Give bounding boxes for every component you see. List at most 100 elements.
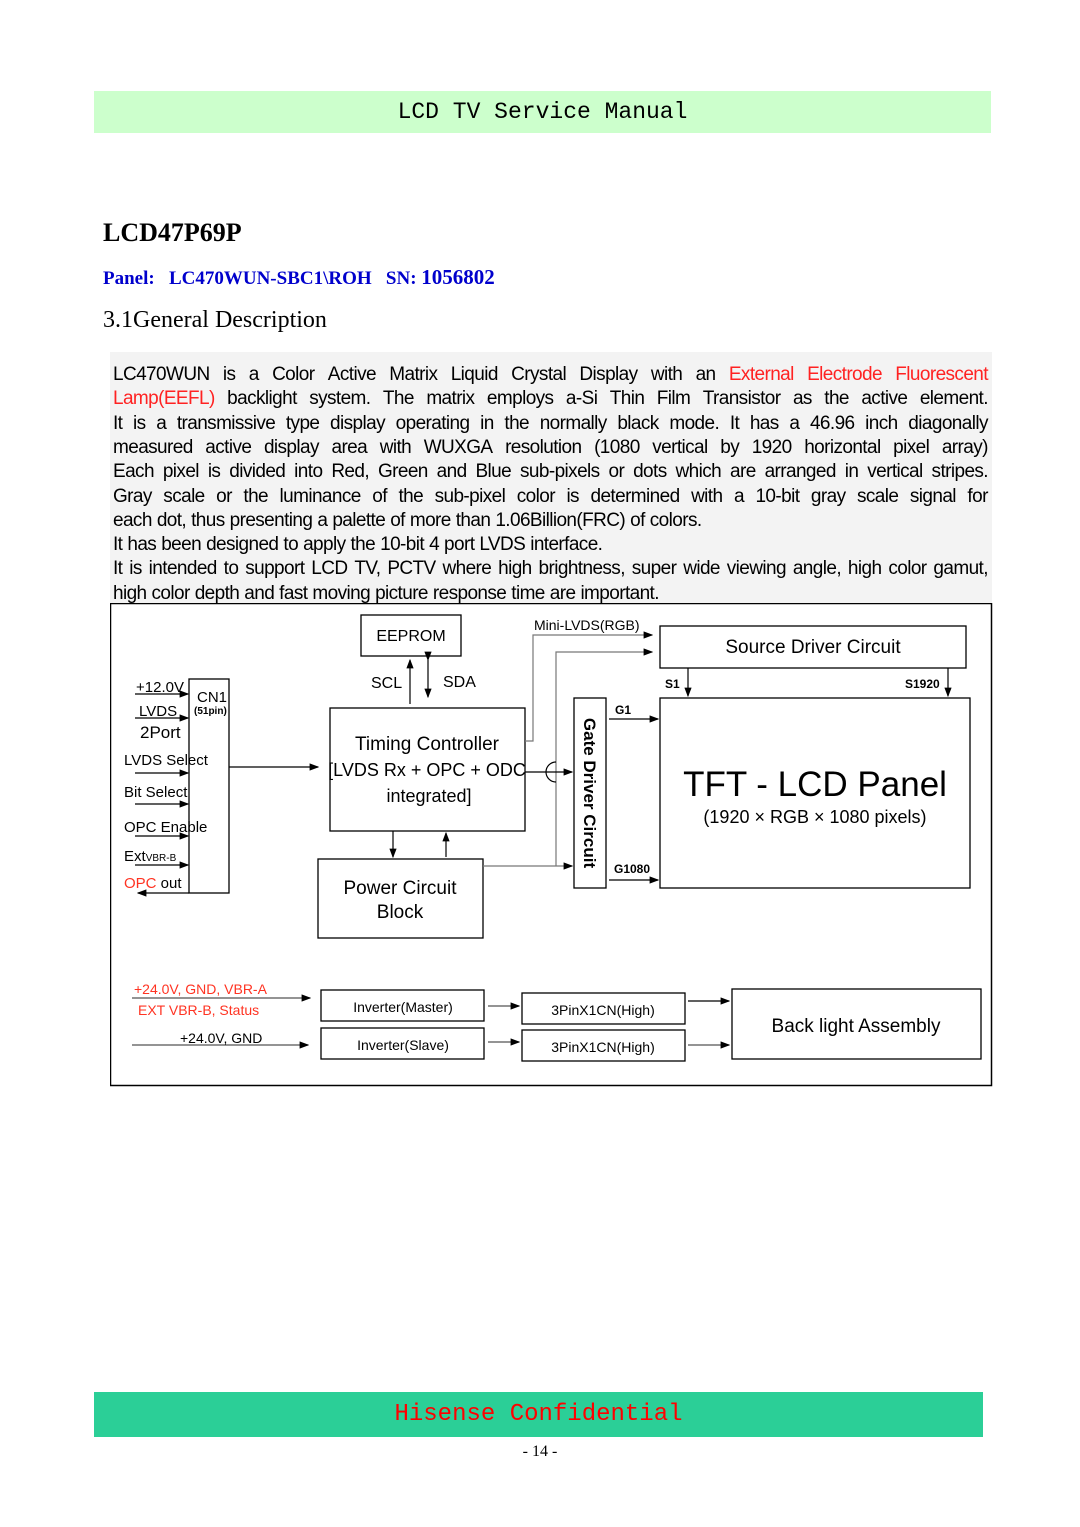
description-word: element. bbox=[919, 388, 989, 410]
model-title: LCD47P69P bbox=[103, 218, 242, 247]
description-word: transmissive bbox=[176, 412, 276, 434]
description-word: Red, bbox=[331, 461, 370, 483]
s1-label: S1 bbox=[665, 677, 680, 691]
description-word: color bbox=[516, 485, 556, 507]
description-word: is bbox=[133, 412, 146, 434]
description-word: 46.96 bbox=[809, 412, 855, 434]
description-word: and bbox=[244, 582, 275, 604]
mini-lvds-label: Mini-LVDS(RGB) bbox=[534, 617, 640, 633]
tft-subtitle: (1920 × RGB × 1080 pixels) bbox=[703, 807, 926, 827]
inverter-slave-label: Inverter(Slave) bbox=[357, 1037, 449, 1053]
description-word: dot, bbox=[156, 509, 187, 531]
description-word: a bbox=[789, 412, 800, 434]
output-opc-out: OPC out bbox=[124, 875, 182, 892]
description-word: has bbox=[749, 412, 779, 434]
description-word: 10-bit bbox=[755, 485, 800, 507]
description-word: It bbox=[113, 558, 123, 580]
description-word: External bbox=[728, 364, 795, 385]
description-word: an bbox=[695, 364, 717, 385]
description-word: (1080 bbox=[594, 436, 640, 458]
description-word: inch bbox=[865, 412, 898, 434]
description-word: into bbox=[294, 461, 323, 483]
description-word: intended bbox=[148, 558, 218, 580]
description-word: luminance bbox=[279, 485, 362, 507]
description-word: gray bbox=[810, 485, 846, 507]
description-line: each dot, thus presenting a palette of more than… bbox=[113, 510, 988, 532]
description-word: is bbox=[222, 364, 236, 385]
tcon-line-2: [LVDS Rx + OPC + ODC bbox=[328, 760, 526, 780]
description-word: been bbox=[161, 534, 202, 556]
description-word: WUXGA bbox=[423, 436, 493, 458]
description-word: presenting bbox=[229, 509, 313, 531]
description-word: Transistor bbox=[702, 388, 781, 410]
description-word: a bbox=[248, 364, 260, 385]
page-number: - 14 - bbox=[522, 1443, 558, 1460]
description-word: employs bbox=[486, 388, 554, 410]
description-word: colors. bbox=[649, 509, 702, 531]
description-line: It is a transmissive type display operating in t… bbox=[113, 413, 988, 435]
description-word: active bbox=[205, 436, 252, 458]
description-word: gamut, bbox=[933, 558, 988, 580]
description-word: display bbox=[263, 436, 320, 458]
description-word: the bbox=[824, 388, 849, 410]
description-word: Active bbox=[327, 364, 377, 385]
description-word: the bbox=[243, 485, 269, 507]
description-word: backlight bbox=[227, 388, 297, 410]
description-word: Thin bbox=[609, 388, 645, 410]
description-word: port bbox=[444, 534, 475, 556]
description-word: of bbox=[630, 509, 645, 531]
description-word: support bbox=[245, 558, 305, 580]
panel-value: LC470WUN-SBC1\ROH bbox=[168, 268, 372, 289]
description-word: a bbox=[156, 412, 167, 434]
description-word: array) bbox=[941, 436, 989, 458]
description-word: color bbox=[151, 582, 191, 604]
description-word: pixel bbox=[893, 436, 930, 458]
description-word: viewing bbox=[726, 558, 787, 580]
description-word: apply bbox=[303, 534, 346, 556]
description-word: scale bbox=[163, 485, 205, 507]
eeprom-label: EEPROM bbox=[376, 628, 445, 645]
description-word: 1920 bbox=[751, 436, 792, 458]
description-word: LVDS bbox=[479, 534, 526, 556]
description-word: black bbox=[617, 412, 659, 434]
description-word: high bbox=[498, 558, 532, 580]
description-word: TV, bbox=[354, 558, 381, 580]
description-word: by bbox=[720, 436, 740, 458]
description-word: depth bbox=[194, 582, 240, 604]
connector-1-label: 3PinX1CN(High) bbox=[551, 1002, 654, 1018]
description-word: The bbox=[382, 388, 415, 410]
description-word: mode. bbox=[669, 412, 720, 434]
backlight-label: Back light Assembly bbox=[772, 1016, 941, 1037]
description-word: high bbox=[113, 582, 147, 604]
input-opc-enable: OPC Enable bbox=[124, 819, 207, 836]
description-word: the bbox=[398, 485, 424, 507]
power-line-2: Block bbox=[377, 902, 424, 923]
description-word: or bbox=[216, 485, 232, 507]
description-word: scale bbox=[856, 485, 899, 507]
description-word: 1.06Billion(FRC) bbox=[495, 509, 626, 531]
description-word: wide bbox=[683, 558, 720, 580]
footer-confidential: Hisense Confidential bbox=[94, 1392, 983, 1437]
description-word: of bbox=[390, 509, 405, 531]
description-word: as bbox=[792, 388, 812, 410]
g1-label: G1 bbox=[615, 703, 631, 717]
description-word: in bbox=[480, 412, 494, 434]
description-word: more bbox=[409, 509, 451, 531]
inverter-input-1: +24.0V, GND, VBR-A bbox=[134, 981, 268, 997]
description-word: dots bbox=[633, 461, 667, 483]
description-word: a bbox=[317, 509, 328, 531]
description-word: It bbox=[729, 412, 740, 434]
description-line: Gray scale or the luminance of the sub-pixel col… bbox=[113, 486, 988, 508]
description-word: has bbox=[127, 534, 157, 556]
tft-title: TFT - LCD Panel bbox=[683, 765, 947, 804]
description-word: Film bbox=[656, 388, 691, 410]
description-word: picture bbox=[375, 582, 428, 604]
description-word: determined bbox=[590, 485, 680, 507]
description-word: Color bbox=[272, 364, 315, 385]
sda-label: SDA bbox=[443, 674, 476, 691]
tcon-line-1: Timing Controller bbox=[355, 734, 500, 755]
description-word: vertical bbox=[652, 436, 708, 458]
description-word: horizontal bbox=[804, 436, 881, 458]
description-word: a-Si bbox=[565, 388, 598, 410]
description-word: divided bbox=[229, 461, 286, 483]
